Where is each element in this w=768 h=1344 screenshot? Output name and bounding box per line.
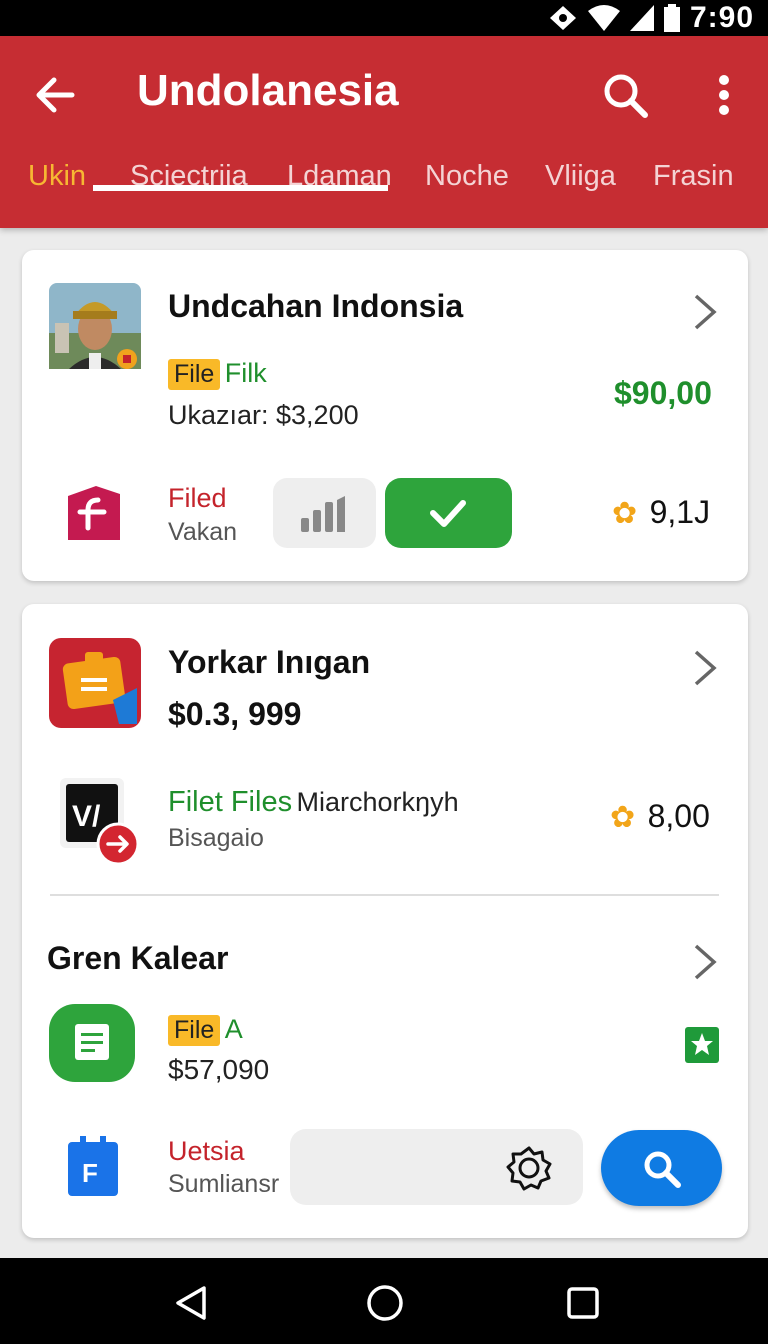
app-title: Undolanesia	[137, 66, 399, 115]
gear-icon[interactable]	[506, 1145, 552, 1191]
chevron-right-icon[interactable]	[690, 292, 720, 332]
svg-text:F: F	[82, 1158, 98, 1188]
svg-text:V/: V/	[72, 800, 101, 833]
stats-button[interactable]	[273, 478, 376, 548]
wifi-icon	[587, 5, 620, 31]
divider	[50, 894, 719, 896]
rating: ✿ 8,00	[610, 798, 710, 835]
calendar-app-icon: F	[68, 1136, 118, 1196]
badge-row: File A	[168, 1014, 243, 1046]
item-sub: Bisagaio	[168, 824, 264, 852]
search-icon[interactable]	[600, 70, 650, 120]
yorkar-app-icon	[49, 638, 141, 728]
avatar	[49, 283, 141, 369]
system-nav-bar	[0, 1258, 768, 1344]
nav-home-icon[interactable]	[366, 1284, 404, 1322]
item-label: Miarchorkŋyh	[296, 787, 459, 817]
chevron-right-icon[interactable]	[690, 942, 720, 982]
check-icon	[430, 500, 466, 527]
tab-ukin[interactable]: Ukin	[28, 160, 86, 193]
listing-card-2[interactable]: Yorkar Inıgan $0.3, 999 V/ Filet Files M…	[22, 604, 748, 1238]
filed-app-icon	[68, 486, 120, 540]
tab-frasin[interactable]: Frasin	[653, 160, 734, 193]
tab-bar: Ukin Scjectriia Ldaman Noche Vliiga Fras…	[0, 156, 768, 228]
item-price: $0.3, 999	[168, 696, 302, 732]
flower-icon: ✿	[610, 801, 636, 834]
confirm-button[interactable]	[385, 478, 512, 548]
signal-icon	[629, 5, 654, 31]
star-badge-icon[interactable]	[685, 1027, 719, 1063]
item-label-row: Filet Files Miarchorkŋyh	[168, 786, 459, 819]
price-value: $90,00	[614, 375, 712, 411]
card-subtitle: Ukazıar: $3,200	[168, 400, 359, 430]
search-fab[interactable]	[601, 1130, 722, 1206]
flower-icon: ✿	[612, 497, 638, 530]
badge-label: A	[224, 1014, 243, 1044]
video-app-icon: V/	[60, 778, 140, 866]
rating-value: 9,1J	[649, 494, 711, 530]
green-doc-app-icon	[49, 1004, 135, 1082]
item-label: Uetsia	[168, 1136, 245, 1167]
nav-recents-icon[interactable]	[566, 1286, 600, 1320]
back-arrow-icon[interactable]	[30, 70, 80, 120]
listing-card-1[interactable]: Undcahan Indonsia File Filk Ukazıar: $3,…	[22, 250, 748, 581]
status-icons: 7:90	[548, 0, 754, 36]
item-label-text: Uetsia	[168, 1136, 245, 1166]
tab-noche[interactable]: Noche	[425, 160, 509, 193]
location-icon	[549, 6, 576, 30]
app-bar: Undolanesia Ukin Scjectriia Ldaman Noche…	[0, 36, 768, 228]
nav-back-icon[interactable]	[174, 1285, 208, 1321]
price: $90,00	[614, 375, 712, 412]
badge-row: File Filk	[168, 358, 267, 390]
search-icon	[644, 1151, 681, 1188]
item-title: Yorkar Inıgan	[168, 644, 371, 680]
status-bar: 7:90	[0, 0, 768, 36]
row-label: Filed	[168, 483, 227, 513]
item-sub: Sumliansr	[168, 1170, 280, 1198]
file-badge: File	[168, 359, 221, 390]
card-title: Undcahan Indonsia	[168, 288, 464, 324]
status-time: 7:90	[689, 1, 754, 34]
rating-value: 8,00	[647, 798, 710, 834]
more-vert-icon[interactable]	[706, 70, 742, 120]
chevron-right-icon[interactable]	[690, 648, 720, 688]
battery-icon	[663, 4, 680, 32]
tab-vliiga[interactable]: Vliiga	[545, 160, 616, 193]
tab-indicator	[93, 185, 388, 191]
rating: ✿ 9,1J	[612, 494, 710, 531]
file-badge: File	[168, 1015, 221, 1046]
files-label: Filet Files	[168, 786, 293, 818]
row-sub: Vakan	[168, 518, 238, 546]
section-title: Gren Kalear	[47, 940, 229, 976]
settings-field[interactable]	[290, 1129, 583, 1205]
section-price: $57,090	[168, 1054, 270, 1085]
bar-chart-icon	[301, 496, 345, 532]
badge-label: Filk	[224, 358, 267, 388]
